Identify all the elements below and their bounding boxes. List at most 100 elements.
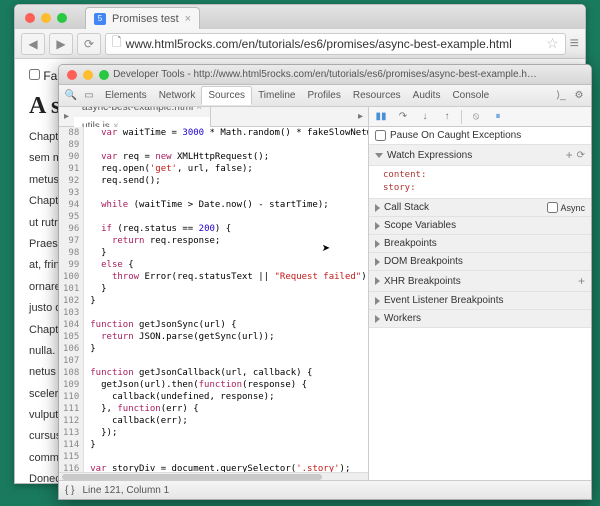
devtools-body: ▸ async-best-example.html×utils.js× ▸ 88… (59, 107, 591, 481)
panel-tab-timeline[interactable]: Timeline (252, 87, 301, 104)
pause-button[interactable]: ▮▮ (373, 109, 389, 125)
devtools-window-controls (67, 70, 109, 80)
step-into-button[interactable]: ↓ (417, 109, 433, 125)
toolbar-separator (461, 110, 462, 124)
panel-tab-console[interactable]: Console (446, 87, 495, 104)
debugger-sidebar: ▮▮ ↷ ↓ ↑ ⦸ ⏸ Pause On Caught Exceptions … (369, 107, 591, 480)
section-label: DOM Breakpoints (384, 256, 463, 267)
panel-tab-elements[interactable]: Elements (99, 87, 153, 104)
step-over-button[interactable]: ↷ (395, 109, 411, 125)
chevron-down-icon (375, 153, 383, 158)
panel-tab-sources[interactable]: Sources (201, 86, 252, 105)
devtools-minimize-button[interactable] (83, 70, 93, 80)
minimize-window-button[interactable] (41, 13, 51, 23)
debugger-toolbar: ▮▮ ↷ ↓ ↑ ⦸ ⏸ (369, 107, 591, 127)
sidebar-section-scope-variables[interactable]: Scope Variables (369, 217, 591, 235)
file-tab[interactable]: async-best-example.html× (74, 107, 211, 117)
chevron-right-icon (375, 258, 380, 266)
braces-icon[interactable]: { } (65, 485, 74, 496)
add-watch-icon[interactable]: + (566, 148, 573, 162)
tab-title: Promises test (112, 13, 179, 25)
devtools-panel-tabs: 🔍 ▭ ElementsNetworkSourcesTimelineProfil… (59, 85, 591, 107)
window-controls (25, 13, 67, 23)
panel-tab-profiles[interactable]: Profiles (301, 87, 346, 104)
scrollbar-thumb[interactable] (62, 474, 322, 480)
section-label: Scope Variables (384, 220, 456, 231)
panel-tab-audits[interactable]: Audits (407, 87, 447, 104)
devtools-title-text: Developer Tools - http://www.html5rocks.… (113, 69, 537, 80)
section-label: Event Listener Breakpoints (384, 295, 504, 306)
cursor-position: Line 121, Column 1 (82, 485, 169, 496)
section-label: XHR Breakpoints (384, 276, 461, 287)
section-label: Breakpoints (384, 238, 437, 249)
device-mode-icon[interactable]: ▭ (81, 88, 97, 104)
chevron-right-icon (375, 204, 380, 212)
async-checkbox[interactable] (547, 202, 558, 213)
watch-expressions-label: Watch Expressions (387, 150, 472, 161)
pause-on-exceptions-button[interactable]: ⏸ (490, 109, 506, 125)
chevron-right-icon (375, 315, 380, 323)
chevron-right-icon (375, 277, 380, 285)
sidebar-section-workers[interactable]: Workers (369, 310, 591, 328)
zoom-window-button[interactable] (57, 13, 67, 23)
sidebar-section-event-listener-breakpoints[interactable]: Event Listener Breakpoints (369, 292, 591, 310)
panel-tab-resources[interactable]: Resources (347, 87, 407, 104)
watch-expression[interactable]: content: (383, 169, 577, 182)
close-window-button[interactable] (25, 13, 35, 23)
watch-expressions-body: content: story: (369, 166, 591, 199)
sidebar-section-xhr-breakpoints[interactable]: XHR Breakpoints + (369, 271, 591, 292)
reload-button[interactable]: ⟳ (77, 33, 101, 55)
address-bar[interactable]: 🗋 www.html5rocks.com/en/tutorials/es6/pr… (105, 33, 566, 55)
devtools-close-button[interactable] (67, 70, 77, 80)
devtools-zoom-button[interactable] (99, 70, 109, 80)
inspect-icon[interactable]: 🔍 (63, 88, 79, 104)
async-label: Async (560, 203, 585, 213)
sidebar-section-breakpoints[interactable]: Breakpoints (369, 235, 591, 253)
more-tabs-icon[interactable]: ▸ (353, 111, 368, 122)
bookmark-star-icon[interactable]: ☆ (546, 35, 559, 52)
navigator-toggle-icon[interactable]: ▸ (59, 111, 74, 122)
url-text: www.html5rocks.com/en/tutorials/es6/prom… (126, 37, 512, 51)
chevron-right-icon (375, 240, 380, 248)
sidebar-section-dom-breakpoints[interactable]: DOM Breakpoints (369, 253, 591, 271)
settings-icon[interactable]: ⚙ (571, 88, 587, 104)
close-tab-icon[interactable]: × (185, 13, 191, 25)
devtools-status-bar: { } Line 121, Column 1 (59, 481, 591, 499)
devtools-titlebar: Developer Tools - http://www.html5rocks.… (59, 65, 591, 85)
sidebar-section-call-stack[interactable]: Call Stack Async (369, 199, 591, 217)
mouse-pointer-icon: ➤ (322, 243, 330, 255)
browser-toolbar: ◀ ▶ ⟳ 🗋 www.html5rocks.com/en/tutorials/… (15, 29, 585, 59)
back-button[interactable]: ◀ (21, 33, 45, 55)
browser-tab-bar: 5 Promises test × (15, 5, 585, 29)
show-drawer-icon[interactable]: ⟩_ (553, 88, 569, 104)
watch-expression[interactable]: story: (383, 182, 577, 195)
globe-icon: 🗋 (112, 33, 122, 54)
pause-on-caught-label: Pause On Caught Exceptions (390, 130, 521, 141)
add-xhr-breakpoint-icon[interactable]: + (578, 274, 585, 288)
close-file-icon[interactable]: × (196, 107, 202, 113)
deactivate-breakpoints-button[interactable]: ⦸ (468, 109, 484, 125)
horizontal-scrollbar[interactable] (59, 472, 368, 480)
sources-pane: ▸ async-best-example.html×utils.js× ▸ 88… (59, 107, 369, 480)
chrome-menu-icon[interactable]: ≡ (570, 35, 579, 53)
chevron-right-icon (375, 222, 380, 230)
panel-tab-network[interactable]: Network (153, 87, 202, 104)
refresh-watch-icon[interactable]: ⟳ (577, 150, 585, 161)
browser-tab[interactable]: 5 Promises test × (85, 7, 200, 29)
favicon-icon: 5 (94, 13, 106, 25)
async-checkbox-wrap[interactable]: Async (547, 202, 585, 213)
code-lines[interactable]: var waitTime = 3000 * Math.random() * fa… (84, 127, 368, 472)
file-tab-bar: ▸ async-best-example.html×utils.js× ▸ (59, 107, 368, 127)
chevron-right-icon (375, 297, 380, 305)
step-out-button[interactable]: ↑ (439, 109, 455, 125)
line-gutter: 8889909192939495969798991001011021031041… (59, 127, 84, 472)
pause-on-caught-checkbox[interactable] (375, 130, 386, 141)
forward-button[interactable]: ▶ (49, 33, 73, 55)
pause-on-caught-row[interactable]: Pause On Caught Exceptions (369, 127, 591, 145)
devtools-window: Developer Tools - http://www.html5rocks.… (58, 64, 592, 500)
watch-expressions-header[interactable]: Watch Expressions + ⟳ (369, 145, 591, 166)
code-editor[interactable]: 8889909192939495969798991001011021031041… (59, 127, 368, 472)
section-label: Workers (384, 313, 421, 324)
section-label: Call Stack (384, 202, 429, 213)
fake-delay-checkbox[interactable] (29, 69, 40, 80)
